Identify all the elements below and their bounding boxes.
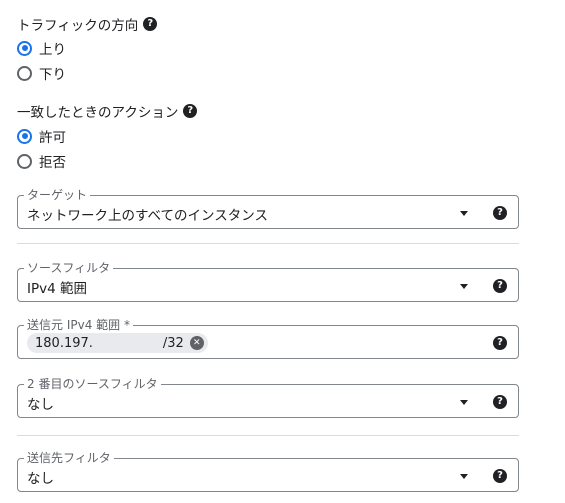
dropdown-arrow-icon[interactable] xyxy=(460,211,468,216)
second-source-filter-value: なし xyxy=(27,397,54,413)
second-source-filter-select[interactable]: 2 番目のソースフィルタ なし ? xyxy=(17,376,519,418)
help-icon[interactable]: ? xyxy=(493,279,507,293)
target-label: ターゲット xyxy=(24,187,91,203)
radio-egress[interactable]: 下り xyxy=(17,63,66,83)
source-filter-select[interactable]: ソースフィルタ IPv4 範囲 ? xyxy=(17,260,519,302)
match-action-label: 一致したときのアクション xyxy=(17,105,179,121)
help-icon[interactable]: ? xyxy=(493,206,507,220)
help-icon[interactable]: ? xyxy=(493,395,507,409)
target-value: ネットワーク上のすべてのインスタンス xyxy=(27,208,268,224)
traffic-direction-title: トラフィックの方向 ? xyxy=(17,14,158,34)
redacted-mask xyxy=(98,336,157,350)
divider xyxy=(17,243,519,244)
traffic-direction-label: トラフィックの方向 xyxy=(17,18,139,34)
radio-ingress-label: 上り xyxy=(39,42,66,58)
radio-ingress[interactable]: 上り xyxy=(17,38,66,58)
source-ipv4-ranges-input[interactable]: 送信元 IPv4 範囲 * 180.197. /32 ✕ ? xyxy=(17,317,519,359)
radio-deny[interactable]: 拒否 xyxy=(17,151,66,171)
radio-allow-label: 許可 xyxy=(39,130,66,146)
target-select[interactable]: ターゲット ネットワーク上のすべてのインスタンス ? xyxy=(17,187,519,229)
divider xyxy=(17,435,519,436)
firewall-rule-form: トラフィックの方向 ? 上り 下り 一致したときのアクション ? 許可 拒否 タ… xyxy=(0,0,565,503)
help-icon[interactable]: ? xyxy=(143,17,158,31)
help-icon[interactable]: ? xyxy=(183,104,198,118)
radio-button[interactable] xyxy=(17,65,32,81)
radio-deny-label: 拒否 xyxy=(39,155,66,171)
destination-filter-value: なし xyxy=(27,471,54,487)
match-action-title: 一致したときのアクション ? xyxy=(17,101,198,121)
dropdown-arrow-icon[interactable] xyxy=(460,400,468,405)
destination-filter-select[interactable]: 送信先フィルタ なし ? xyxy=(17,450,519,492)
dropdown-arrow-icon[interactable] xyxy=(460,284,468,289)
radio-button-checked[interactable] xyxy=(17,40,32,56)
radio-button[interactable] xyxy=(17,153,32,169)
chip-remove-icon[interactable]: ✕ xyxy=(189,336,204,350)
radio-button-checked[interactable] xyxy=(17,128,32,144)
help-icon[interactable]: ? xyxy=(493,469,507,483)
source-filter-label: ソースフィルタ xyxy=(24,260,114,276)
radio-allow[interactable]: 許可 xyxy=(17,126,66,146)
source-ipv4-label: 送信元 IPv4 範囲 * xyxy=(24,317,133,333)
destination-filter-label: 送信先フィルタ xyxy=(24,450,114,466)
radio-egress-label: 下り xyxy=(39,67,66,83)
ip-range-chip-prefix: 180.197. xyxy=(35,335,93,351)
ip-range-chip[interactable]: 180.197. /32 ✕ xyxy=(27,333,208,353)
help-icon[interactable]: ? xyxy=(493,336,507,350)
source-filter-value: IPv4 範囲 xyxy=(27,281,87,297)
ip-range-chip-suffix: /32 xyxy=(162,335,184,351)
second-source-filter-label: 2 番目のソースフィルタ xyxy=(24,376,161,392)
dropdown-arrow-icon[interactable] xyxy=(460,474,468,479)
